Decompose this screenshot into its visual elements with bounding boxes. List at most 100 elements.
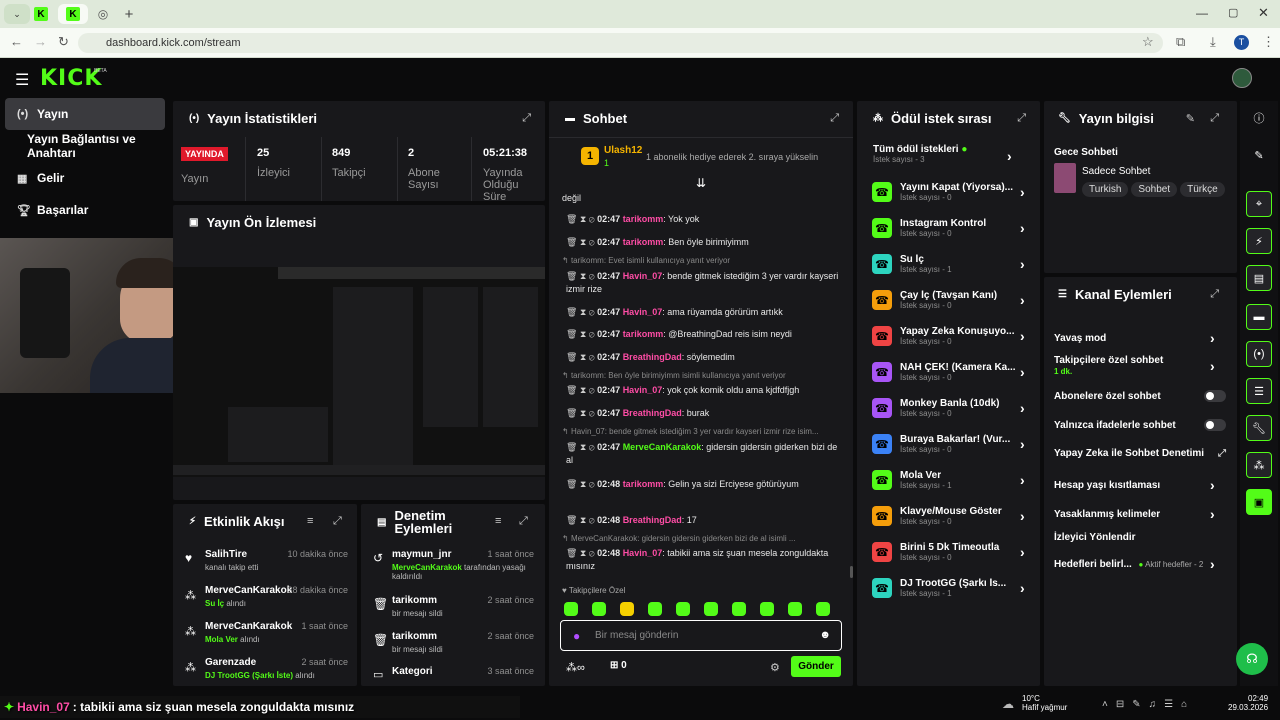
reward-item[interactable]: ☎︎ Yayını Kapat (Yiyorsa)... İstek sayısı …: [864, 174, 1036, 210]
message-username[interactable]: Havin_07: [623, 307, 663, 317]
message-username[interactable]: Havin_07: [623, 548, 663, 558]
message-username[interactable]: tarikomm: [623, 237, 664, 247]
emote[interactable]: [788, 602, 802, 616]
rewards-link-icon[interactable]: ⁂∞: [566, 661, 585, 674]
timeout-icon[interactable]: ⧗: [580, 548, 589, 558]
ban-icon[interactable]: ⊘: [589, 271, 597, 281]
banned-words-row[interactable]: Yasaklanmış kelimeler ›: [1054, 506, 1226, 522]
emote[interactable]: [676, 602, 690, 616]
reward-item[interactable]: ☎︎ Buraya Bakarlar! (Vur... İstek sayısı -…: [864, 426, 1036, 462]
stream-preview-video[interactable]: [173, 267, 545, 477]
timeout-icon[interactable]: ⧗: [580, 237, 589, 247]
weather-widget[interactable]: 10°C Hafif yağmur: [1022, 694, 1067, 712]
goals-row[interactable]: Hedefleri belirl... ● Aktif hedefler - 2 ›: [1054, 556, 1226, 572]
message-username[interactable]: BreathingDad: [623, 352, 682, 362]
chat-scrollbar[interactable]: [850, 566, 853, 578]
slow-mode-row[interactable]: Yavaş mod ›: [1054, 330, 1226, 346]
delete-message-icon[interactable]: 🗑︎: [566, 214, 580, 224]
emote-only-toggle[interactable]: [1204, 419, 1226, 431]
ban-icon[interactable]: ⊘: [589, 237, 597, 247]
url-field[interactable]: dashboard.kick.com/stream: [78, 33, 1163, 53]
ban-icon[interactable]: ⊘: [589, 385, 597, 395]
expand-icon[interactable]: ⤢: [830, 112, 839, 125]
menu-dots-icon[interactable]: ⋮: [1262, 34, 1275, 50]
message-username[interactable]: tarikomm: [623, 214, 664, 224]
maximize-button[interactable]: ▢: [1228, 6, 1238, 19]
subs-only-toggle[interactable]: [1204, 390, 1226, 402]
ban-icon[interactable]: ⊘: [589, 515, 597, 525]
ban-icon[interactable]: ⊘: [589, 408, 597, 418]
delete-message-icon[interactable]: 🗑︎: [566, 479, 580, 489]
delete-message-icon[interactable]: 🗑︎: [566, 271, 580, 281]
delete-message-icon[interactable]: 🗑︎: [566, 329, 580, 339]
sidebar-item-stream-key[interactable]: Yayın Bağlantısı ve Anahtarı: [5, 131, 173, 161]
support-headset-icon[interactable]: ☊: [1236, 643, 1268, 675]
timeout-icon[interactable]: ⧗: [580, 329, 589, 339]
emote[interactable]: [648, 602, 662, 616]
emote[interactable]: [564, 602, 578, 616]
reload-icon[interactable]: ↻: [58, 34, 69, 50]
system-tray-icons[interactable]: ˄⊟✎♫☰⌂: [1102, 699, 1195, 710]
ban-icon[interactable]: ⊘: [589, 329, 597, 339]
user-avatar[interactable]: [1232, 68, 1252, 88]
extensions-icon[interactable]: ⧉: [1176, 34, 1185, 50]
emoji-icon[interactable]: ☻: [819, 629, 831, 641]
forward-icon[interactable]: →: [34, 34, 47, 49]
settings-gear-icon[interactable]: ⚙︎: [770, 661, 780, 674]
back-icon[interactable]: ←: [10, 34, 23, 49]
edit-pencil-icon[interactable]: ✎: [1186, 112, 1195, 125]
message-username[interactable]: Havin_07: [623, 271, 663, 281]
followers-only-row[interactable]: Takipçilere özel sohbet 1 dk. ›: [1054, 355, 1226, 377]
browser-tab[interactable]: ◎: [90, 4, 116, 24]
delete-message-icon[interactable]: 🗑︎: [566, 307, 580, 317]
profile-avatar[interactable]: T: [1234, 35, 1249, 50]
reward-item[interactable]: ☎︎ Mola Ver İstek sayısı - 1 ›: [864, 462, 1036, 498]
panel-toggle-1[interactable]: ⌖: [1246, 191, 1272, 217]
delete-message-icon[interactable]: 🗑︎: [566, 352, 580, 362]
filter-icon[interactable]: ≡: [307, 515, 313, 527]
timeout-icon[interactable]: ⧗: [580, 515, 589, 525]
expand-icon[interactable]: ⤢: [1210, 288, 1219, 301]
raid-row[interactable]: İzleyici Yönlendir: [1054, 532, 1226, 543]
taskbar-clock[interactable]: 02:49 29.03.2026: [1228, 694, 1268, 712]
sidebar-item-gelir[interactable]: ▦ Gelir: [5, 163, 165, 193]
timeout-icon[interactable]: ⧗: [580, 307, 589, 317]
reward-icon[interactable]: ⁂: [1246, 452, 1272, 478]
reward-item[interactable]: ☎︎ Çay İç (Tavşan Kanı) İstek sayısı - 0 ›: [864, 282, 1036, 318]
lightning-icon[interactable]: ⚡︎: [1246, 228, 1272, 254]
reward-item[interactable]: ☎︎ NAH ÇEK! (Kamera Ka... İstek sayısı - 0…: [864, 354, 1036, 390]
emote[interactable]: [816, 602, 830, 616]
sliders-icon[interactable]: ☰: [1246, 378, 1272, 404]
scroll-down-icon[interactable]: ⇊: [696, 176, 706, 190]
download-icon[interactable]: ⤓: [1210, 34, 1216, 50]
microphone-icon[interactable]: ●: [573, 629, 580, 643]
reward-item[interactable]: ☎︎ Yapay Zeka Konuşuyo... İstek sayısı - 0…: [864, 318, 1036, 354]
emote[interactable]: [760, 602, 774, 616]
chat-input[interactable]: ● Bir mesaj gönderin ☻: [560, 620, 842, 651]
ban-icon[interactable]: ⊘: [589, 442, 597, 452]
message-username[interactable]: BreathingDad: [623, 515, 682, 525]
all-rewards-row[interactable]: Tüm ödül istekleri ● İstek sayısı - 3 ›: [873, 144, 1023, 164]
document-icon[interactable]: ▤: [1246, 265, 1272, 291]
sidebar-item-yayin[interactable]: (•) Yayın: [5, 98, 165, 130]
bookmark-star-icon[interactable]: ☆: [1142, 34, 1154, 50]
emote-row[interactable]: [564, 602, 830, 616]
account-age-row[interactable]: Hesap yaşı kısıtlaması ›: [1054, 477, 1226, 493]
emote[interactable]: [620, 602, 634, 616]
hamburger-menu-icon[interactable]: ☰: [15, 70, 29, 90]
timeout-icon[interactable]: ⧗: [580, 352, 589, 362]
broadcast-icon[interactable]: (•): [1246, 341, 1272, 367]
ban-icon[interactable]: ⊘: [589, 548, 597, 558]
ban-icon[interactable]: ⊘: [589, 214, 597, 224]
expand-icon[interactable]: ⤢: [333, 515, 342, 528]
timeout-icon[interactable]: ⧗: [580, 479, 589, 489]
timeout-icon[interactable]: ⧗: [580, 385, 589, 395]
timeout-icon[interactable]: ⧗: [580, 408, 589, 418]
reward-item[interactable]: ☎︎ Su İç İstek sayısı - 1 ›: [864, 246, 1036, 282]
filter-icon[interactable]: ≡: [495, 515, 501, 527]
tab-list-button[interactable]: ⌄: [4, 4, 30, 24]
reward-item[interactable]: ☎︎ Monkey Banla (10dk) İstek sayısı - 0 ›: [864, 390, 1036, 426]
preview-icon[interactable]: ▣: [1246, 489, 1272, 515]
expand-icon[interactable]: ⤢: [522, 112, 531, 125]
delete-message-icon[interactable]: 🗑︎: [566, 237, 580, 247]
